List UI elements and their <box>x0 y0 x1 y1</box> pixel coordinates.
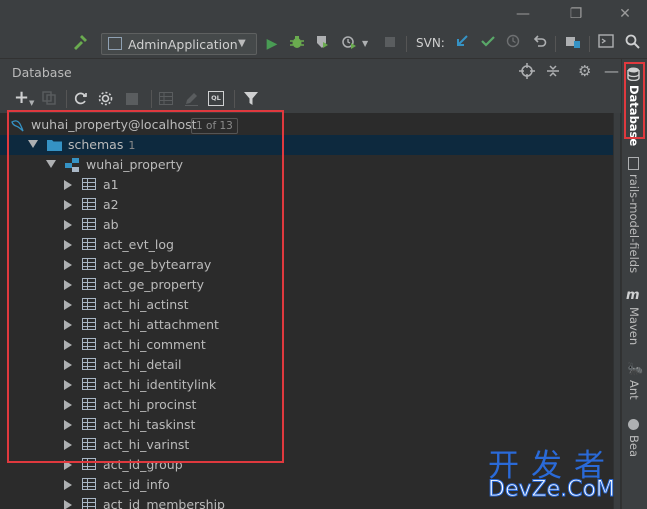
search-icon[interactable] <box>622 34 642 54</box>
project-structure-icon[interactable] <box>563 34 583 54</box>
restore-icon[interactable]: ❐ <box>565 4 587 24</box>
highlight-box-tree <box>7 110 284 463</box>
run-configuration-label: AdminApplication <box>128 37 238 52</box>
toolbar-divider <box>589 36 590 52</box>
maven-icon: m <box>626 288 640 303</box>
table-name: act_id_info <box>103 477 170 492</box>
hide-panel-icon[interactable]: — <box>604 63 619 79</box>
duplicate-icon[interactable] <box>42 91 56 108</box>
coverage-icon[interactable] <box>312 34 332 54</box>
add-icon[interactable]: + <box>14 88 29 108</box>
run-configuration-select[interactable]: AdminApplication ▼ <box>101 33 257 55</box>
table-name: act_id_membership <box>103 497 225 509</box>
gear-icon[interactable]: ⚙ <box>578 63 591 79</box>
expand-arrow-icon[interactable] <box>64 500 72 509</box>
svn-history-icon[interactable] <box>503 34 523 54</box>
collapse-all-icon[interactable] <box>545 63 561 82</box>
toolbar-divider <box>66 90 67 108</box>
chevron-down-icon: ▼ <box>238 38 246 49</box>
locate-icon[interactable] <box>519 63 535 82</box>
terminal-window-icon[interactable] <box>596 34 616 54</box>
svn-update-icon[interactable] <box>452 34 472 54</box>
table-editor-icon[interactable] <box>159 92 173 108</box>
side-tab-maven[interactable]: Maven <box>627 307 641 345</box>
minimize-icon[interactable]: — <box>512 4 534 24</box>
svn-commit-icon[interactable] <box>478 34 498 54</box>
debug-icon[interactable] <box>287 34 307 54</box>
main-toolbar: AdminApplication ▼ ▶ ▼ SVN: <box>0 30 647 59</box>
refresh-icon[interactable] <box>73 91 88 109</box>
profile-dropdown-icon[interactable]: ▼ <box>362 39 368 48</box>
highlight-box-database-tab <box>624 62 645 139</box>
panel-title: Database <box>12 65 72 80</box>
watermark-site: DevZe.CoM <box>488 477 616 503</box>
build-hammer-icon[interactable] <box>70 34 90 54</box>
svn-revert-icon[interactable] <box>530 34 550 54</box>
profile-icon[interactable] <box>339 34 359 54</box>
toolbar-divider <box>555 36 556 52</box>
table-icon <box>82 478 96 490</box>
close-icon[interactable]: ✕ <box>614 4 636 24</box>
ant-icon: 🐜 <box>627 362 644 377</box>
run-icon[interactable]: ▶ <box>262 34 282 54</box>
properties-icon[interactable] <box>98 91 113 109</box>
side-tab-ant[interactable]: Ant <box>627 380 641 400</box>
add-dropdown-icon[interactable]: ▼ <box>29 99 34 107</box>
expand-arrow-icon[interactable] <box>64 480 72 490</box>
side-tab-rails[interactable]: rails-model-fields <box>627 174 641 273</box>
filter-icon[interactable] <box>244 91 258 109</box>
table-icon <box>82 498 96 509</box>
application-icon <box>108 37 122 50</box>
sql-console-icon[interactable]: QL <box>208 91 224 106</box>
stop-query-icon[interactable] <box>126 93 138 108</box>
rails-icon <box>628 157 639 170</box>
stop-icon[interactable] <box>380 34 400 54</box>
edit-source-icon[interactable] <box>184 91 199 109</box>
side-tab-extra[interactable]: Bea <box>627 435 641 457</box>
bean-icon <box>628 419 639 430</box>
toolbar-divider <box>234 90 235 108</box>
toolbar-divider <box>151 90 152 108</box>
toolbar-divider <box>406 36 407 52</box>
title-bar: — ❐ ✕ <box>0 0 647 30</box>
svn-label: SVN: <box>416 36 445 50</box>
database-panel-header: Database ⚙ — <box>0 59 621 85</box>
